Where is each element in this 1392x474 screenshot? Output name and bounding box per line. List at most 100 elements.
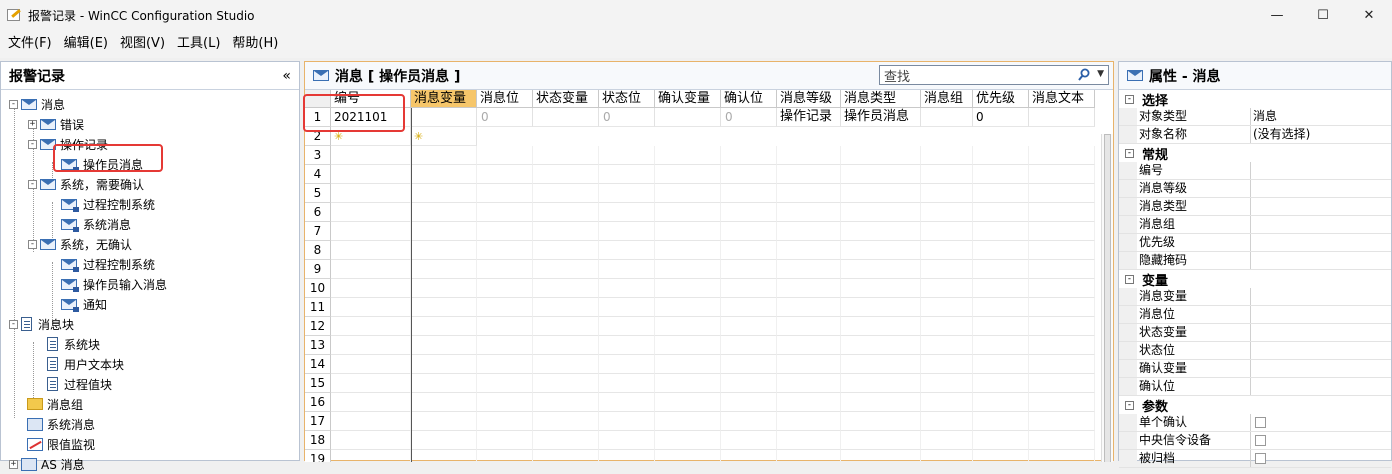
menu-help[interactable]: 帮助(H) (226, 30, 284, 58)
table-cell[interactable] (777, 260, 841, 279)
table-cell[interactable] (655, 146, 721, 165)
table-cell[interactable] (921, 317, 973, 336)
row-number[interactable]: 11 (305, 298, 331, 317)
table-cell[interactable] (411, 203, 477, 222)
table-cell[interactable] (533, 355, 599, 374)
table-cell[interactable] (721, 203, 777, 222)
table-cell[interactable] (533, 412, 599, 431)
property-row[interactable]: 确认位 (1119, 378, 1391, 396)
table-cell[interactable] (1029, 298, 1095, 317)
table-cell[interactable] (411, 184, 477, 203)
column-header[interactable]: 消息位 (477, 90, 533, 108)
table-cell[interactable] (533, 203, 599, 222)
table-cell[interactable] (841, 431, 921, 450)
row-number[interactable]: 14 (305, 355, 331, 374)
table-cell[interactable] (477, 279, 533, 298)
column-header[interactable]: 优先级 (973, 90, 1029, 108)
table-cell[interactable] (777, 279, 841, 298)
table-cell[interactable] (721, 298, 777, 317)
row-number[interactable]: 9 (305, 260, 331, 279)
table-cell[interactable] (973, 222, 1029, 241)
table-cell[interactable] (533, 241, 599, 260)
table-row[interactable]: 19 (305, 450, 1095, 462)
table-row[interactable]: 18 (305, 431, 1095, 450)
table-cell[interactable] (841, 184, 921, 203)
table-cell[interactable] (721, 336, 777, 355)
table-cell[interactable] (411, 336, 477, 355)
tree-node-system-ack[interactable]: - 系统，需要确认 (28, 174, 144, 194)
table-cell[interactable] (655, 431, 721, 450)
table-cell[interactable] (841, 317, 921, 336)
table-cell[interactable] (973, 317, 1029, 336)
table-cell[interactable] (599, 203, 655, 222)
row-number[interactable]: 7 (305, 222, 331, 241)
tree-node-limit-monitoring[interactable]: 限值监视 (27, 434, 95, 454)
table-cell[interactable] (973, 393, 1029, 412)
tree-node-errors[interactable]: + 错误 (28, 114, 84, 134)
table-cell[interactable] (331, 146, 411, 165)
table-cell[interactable] (1029, 393, 1095, 412)
tree-node-message-blocks[interactable]: - 消息块 (9, 314, 74, 334)
table-cell[interactable] (655, 336, 721, 355)
table-cell[interactable] (1029, 374, 1095, 393)
tree-node-user-text-blocks[interactable]: 用户文本块 (47, 354, 124, 374)
search-icon[interactable] (1078, 68, 1090, 82)
row-number[interactable]: 15 (305, 374, 331, 393)
table-cell[interactable] (777, 222, 841, 241)
table-row[interactable]: 14 (305, 355, 1095, 374)
collapse-toggle[interactable]: - (1125, 148, 1134, 158)
table-cell[interactable] (973, 165, 1029, 184)
table-cell[interactable] (655, 241, 721, 260)
table-cell[interactable] (533, 298, 599, 317)
table-cell[interactable] (599, 431, 655, 450)
table-cell[interactable] (655, 260, 721, 279)
table-cell[interactable] (599, 298, 655, 317)
table-cell[interactable] (411, 450, 477, 462)
menu-view[interactable]: 视图(V) (114, 30, 171, 58)
row-number[interactable]: 19 (305, 450, 331, 462)
table-cell[interactable] (477, 412, 533, 431)
tree-node-system-blocks[interactable]: 系统块 (47, 334, 100, 354)
property-row[interactable]: 消息组 (1119, 216, 1391, 234)
property-value[interactable]: 消息 (1251, 108, 1391, 125)
table-cell[interactable] (655, 279, 721, 298)
table-cell[interactable] (599, 222, 655, 241)
table-cell[interactable] (973, 298, 1029, 317)
table-cell[interactable] (331, 279, 411, 298)
property-value[interactable] (1251, 342, 1391, 359)
table-cell[interactable] (655, 165, 721, 184)
property-row[interactable]: 对象名称 (没有选择) (1119, 126, 1391, 144)
table-cell[interactable] (973, 336, 1029, 355)
table-cell[interactable] (331, 184, 411, 203)
table-cell[interactable] (533, 450, 599, 462)
table-cell[interactable] (599, 241, 655, 260)
table-cell[interactable] (331, 336, 411, 355)
table-cell[interactable] (777, 355, 841, 374)
table-cell[interactable] (1029, 260, 1095, 279)
collapse-toggle[interactable]: - (1125, 94, 1134, 104)
table-cell[interactable] (1029, 184, 1095, 203)
table-row[interactable]: 5 (305, 184, 1095, 203)
property-row[interactable]: 状态变量 (1119, 324, 1391, 342)
column-header[interactable]: 消息变量 (411, 90, 477, 108)
table-cell[interactable] (841, 260, 921, 279)
table-cell[interactable] (533, 279, 599, 298)
column-header[interactable]: 确认位 (721, 90, 777, 108)
table-cell[interactable] (841, 298, 921, 317)
property-row[interactable]: 被归档 (1119, 450, 1391, 468)
property-row[interactable]: 隐藏掩码 (1119, 252, 1391, 270)
section-select[interactable]: - 选择 (1119, 90, 1391, 109)
property-value[interactable]: (没有选择) (1251, 126, 1391, 143)
collapse-toggle[interactable]: - (9, 99, 18, 109)
table-cell[interactable] (1029, 279, 1095, 298)
table-cell[interactable] (777, 336, 841, 355)
table-cell[interactable] (655, 222, 721, 241)
search-box[interactable]: 查找 ▼ (879, 65, 1109, 85)
table-cell[interactable] (921, 203, 973, 222)
table-cell[interactable] (655, 355, 721, 374)
table-cell[interactable] (533, 260, 599, 279)
table-cell[interactable] (777, 146, 841, 165)
table-row[interactable]: 4 (305, 165, 1095, 184)
table-cell[interactable] (721, 146, 777, 165)
property-value[interactable] (1251, 378, 1391, 395)
